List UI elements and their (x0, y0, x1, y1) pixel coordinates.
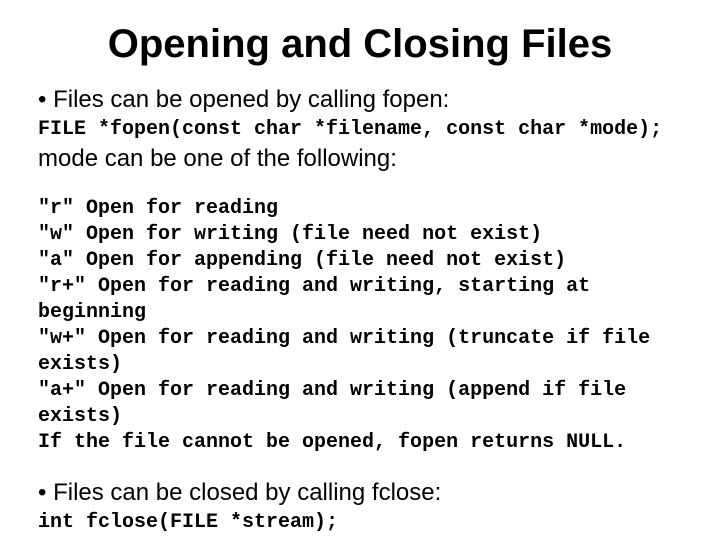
bullet-close: • Files can be closed by calling fclose: (38, 478, 682, 508)
text-mode-intro: mode can be one of the following: (38, 144, 682, 174)
code-mode-list: "r" Open for reading "w" Open for writin… (38, 196, 682, 456)
code-fopen-signature: FILE *fopen(const char *filename, const … (38, 117, 682, 142)
slide-title: Opening and Closing Files (38, 22, 682, 67)
code-fclose-signature: int fclose(FILE *stream); (38, 510, 682, 535)
slide: Opening and Closing Files • Files can be… (0, 0, 720, 540)
bullet-open: • Files can be opened by calling fopen: (38, 85, 682, 115)
